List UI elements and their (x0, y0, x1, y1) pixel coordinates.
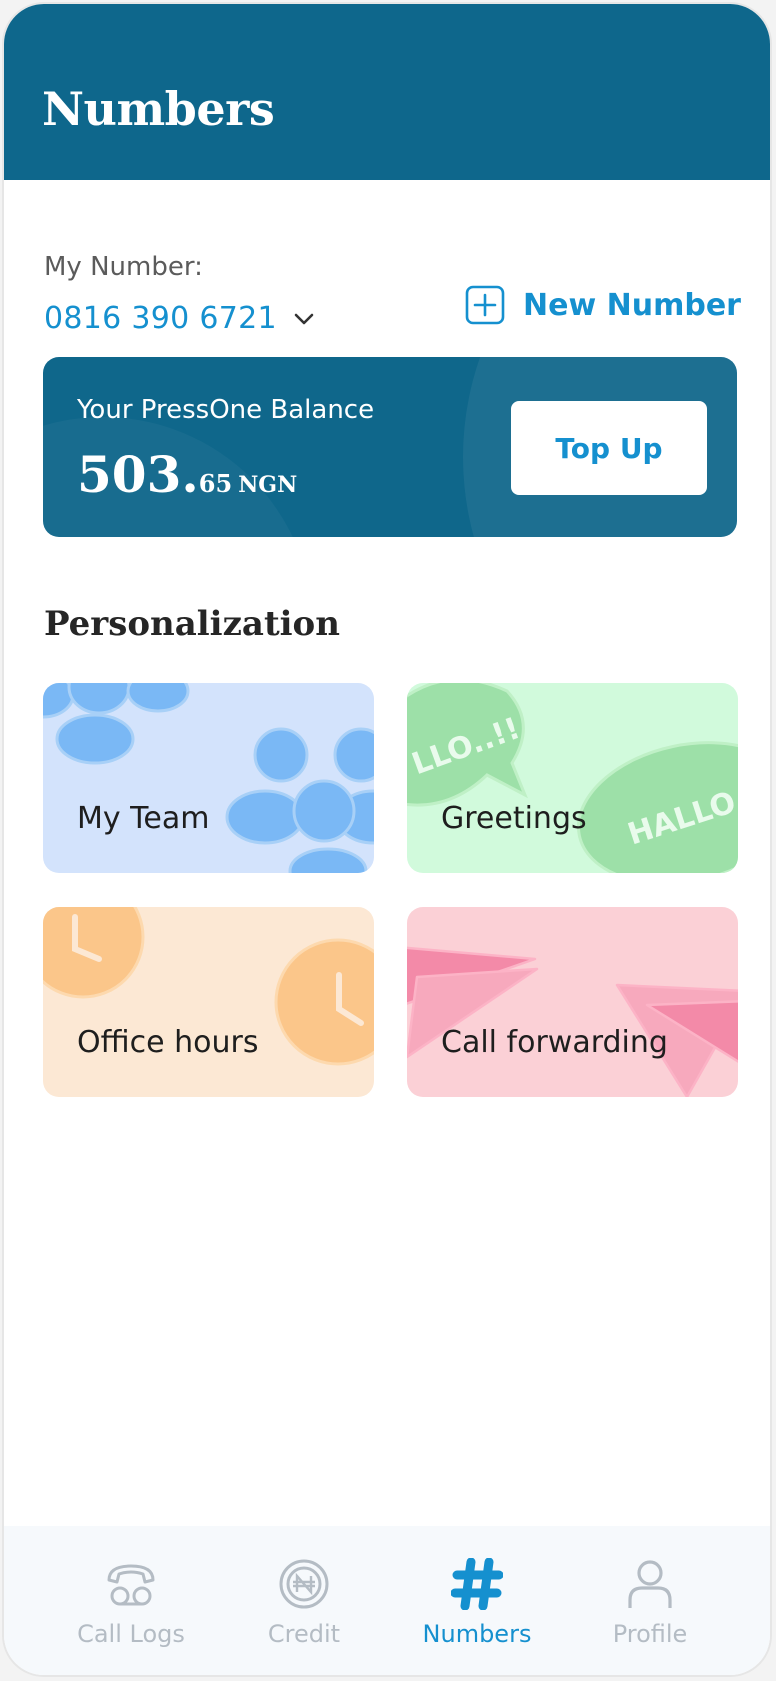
nav-numbers-label: Numbers (422, 1620, 532, 1648)
clock-illustration (43, 907, 374, 1066)
new-number-button[interactable]: New Number (465, 285, 741, 325)
my-team-tile[interactable]: My Team (43, 683, 374, 873)
new-number-label: New Number (523, 287, 741, 323)
nav-call-logs-label: Call Logs (77, 1620, 185, 1648)
plus-square-icon (465, 285, 505, 325)
balance-amount: 503. 65 NGN (77, 445, 297, 504)
greetings-label: Greetings (441, 801, 587, 836)
nav-call-logs[interactable]: Call Logs (56, 1558, 206, 1648)
team-illustration (43, 683, 374, 873)
naira-coin-icon (279, 1559, 329, 1609)
balance-currency: NGN (238, 472, 298, 498)
nav-profile[interactable]: Profile (575, 1558, 725, 1648)
bottom-nav: Call Logs Credit Numbers Profile (4, 1526, 770, 1675)
top-up-button[interactable]: Top Up (511, 401, 707, 495)
nav-credit-label: Credit (267, 1620, 341, 1648)
call-forwarding-label: Call forwarding (441, 1025, 668, 1060)
paper-plane-illustration (407, 946, 738, 1097)
chevron-down-icon (294, 313, 314, 324)
nav-numbers[interactable]: Numbers (402, 1558, 552, 1648)
nav-profile-label: Profile (612, 1620, 688, 1648)
app-header: Numbers (4, 4, 770, 180)
phone-icon (107, 1564, 155, 1606)
office-hours-tile[interactable]: Office hours (43, 907, 374, 1097)
balance-card: Your PressOne Balance 503. 65 NGN Top Up (43, 357, 737, 537)
balance-amount-decimal: 65 (198, 469, 233, 498)
balance-label: Your PressOne Balance (77, 395, 375, 425)
balance-amount-integer: 503. (77, 445, 199, 504)
my-number-value: 0816 390 6721 (44, 301, 277, 336)
my-team-label: My Team (77, 801, 210, 836)
nav-credit[interactable]: Credit (229, 1558, 379, 1648)
speech-bubble-illustration: LLO..!! HALLO. (407, 683, 738, 873)
greetings-tile[interactable]: LLO..!! HALLO. Greetings (407, 683, 738, 873)
user-icon (628, 1560, 672, 1608)
personalization-title: Personalization (44, 604, 340, 644)
my-number-label: My Number: (44, 252, 203, 282)
phone-screen: Numbers My Number: 0816 390 6721 New Num… (2, 2, 772, 1677)
call-forwarding-tile[interactable]: Call forwarding (407, 907, 738, 1097)
hash-icon (451, 1558, 503, 1610)
page-title: Numbers (42, 82, 275, 136)
number-selector[interactable]: 0816 390 6721 (44, 301, 315, 336)
office-hours-label: Office hours (77, 1025, 259, 1060)
